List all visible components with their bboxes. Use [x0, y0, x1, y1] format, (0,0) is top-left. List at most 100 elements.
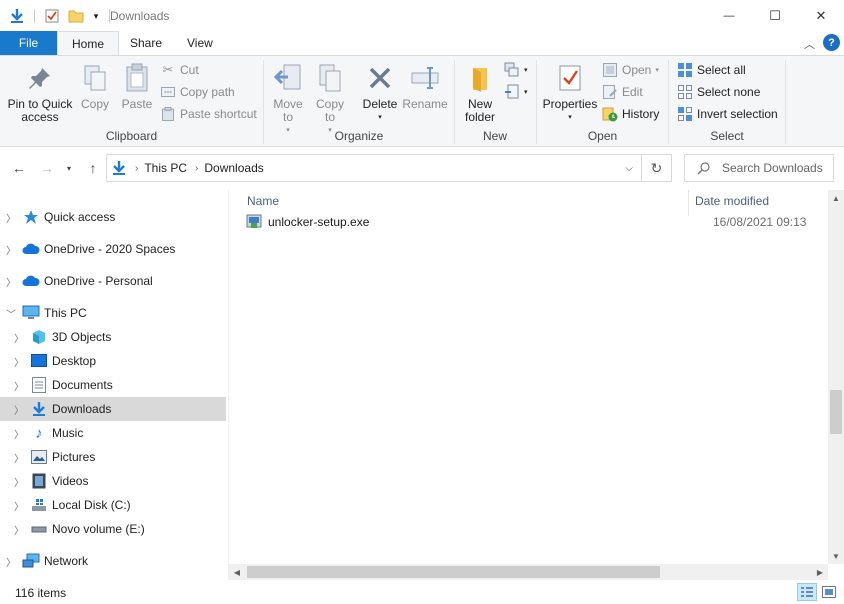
expand-chevron-icon[interactable]: 〉: [12, 522, 26, 537]
refresh-button[interactable]: ↻: [642, 154, 672, 182]
breadcrumb-downloads[interactable]: Downloads: [204, 161, 263, 175]
new-item-icon: [504, 62, 520, 78]
open-button[interactable]: Open ▾: [602, 60, 659, 80]
copy-label: Copy: [80, 97, 109, 111]
scroll-up-icon[interactable]: ▲: [828, 190, 844, 206]
breadcrumb-this-pc[interactable]: This PC: [144, 161, 187, 175]
back-button[interactable]: ←: [8, 158, 30, 178]
recent-locations-button[interactable]: ▾: [62, 158, 76, 178]
delete-button[interactable]: Delete ▾: [360, 62, 400, 124]
nav-this-pc[interactable]: ﹀ This PC: [0, 301, 226, 325]
new-folder-icon[interactable]: [67, 7, 85, 25]
nav-music[interactable]: 〉 ♪ Music: [0, 421, 226, 445]
nav-3d-objects[interactable]: 〉 3D Objects: [0, 325, 226, 349]
nav-local-disk-c[interactable]: 〉 Local Disk (C:): [0, 493, 226, 517]
toolbar-divider: [34, 9, 35, 23]
large-icons-view-button[interactable]: [819, 583, 839, 601]
history-button[interactable]: History: [602, 104, 659, 124]
expand-chevron-icon[interactable]: 〉: [12, 450, 26, 465]
paste-button[interactable]: Paste: [118, 62, 156, 111]
move-to-button[interactable]: Move to ▾: [270, 62, 306, 137]
forward-button[interactable]: →: [36, 158, 58, 178]
nav-desktop[interactable]: 〉 Desktop: [0, 349, 226, 373]
collapse-ribbon-icon[interactable]: ︿: [804, 36, 815, 52]
nav-novo-volume-e[interactable]: 〉 Novo volume (E:): [0, 517, 226, 541]
cut-button[interactable]: ✂ Cut: [160, 60, 199, 80]
expand-chevron-icon[interactable]: 〉: [12, 354, 26, 369]
select-group-label: Select: [710, 129, 744, 143]
properties-label: Properties: [542, 97, 598, 111]
copy-button[interactable]: Copy: [78, 62, 112, 111]
nav-documents[interactable]: 〉 Documents: [0, 373, 226, 397]
expand-chevron-icon[interactable]: 〉: [4, 554, 18, 569]
search-box[interactable]: Search Downloads: [684, 154, 834, 182]
history-label: History: [622, 107, 660, 121]
column-header-date-modified[interactable]: Date modified: [695, 194, 769, 208]
vertical-scrollbar[interactable]: ▲ ▼: [828, 190, 844, 564]
properties-dropdown-icon: ▾: [568, 114, 572, 121]
expand-chevron-icon[interactable]: 〉: [4, 210, 18, 225]
paste-shortcut-button[interactable]: Paste shortcut: [160, 104, 257, 124]
desktop-icon: [30, 352, 48, 370]
close-button[interactable]: ✕: [798, 0, 844, 31]
copy-path-button[interactable]: Copy path: [160, 82, 235, 102]
horizontal-scroll-thumb[interactable]: [247, 566, 660, 578]
search-icon: [697, 161, 710, 175]
customize-toolbar-icon[interactable]: ▾: [89, 7, 103, 25]
nav-onedrive-2020-spaces[interactable]: 〉 OneDrive - 2020 Spaces: [0, 237, 226, 261]
nav-network[interactable]: 〉 Network: [0, 549, 226, 573]
new-item-button[interactable]: ▾: [504, 60, 528, 80]
rename-label: Rename: [402, 97, 448, 111]
easy-access-button[interactable]: ▾: [504, 82, 528, 102]
expand-chevron-icon[interactable]: 〉: [12, 426, 26, 441]
new-folder-button[interactable]: New folder: [460, 62, 500, 124]
file-row[interactable]: unlocker-setup.exe 16/08/2021 09:13: [245, 212, 815, 232]
scroll-down-icon[interactable]: ▼: [828, 548, 844, 564]
tab-file[interactable]: File: [0, 31, 57, 55]
copy-path-icon: [160, 84, 176, 100]
invert-selection-button[interactable]: Invert selection: [677, 104, 778, 124]
nav-label: Desktop: [52, 354, 97, 368]
tab-home[interactable]: Home: [57, 31, 120, 56]
downloads-arrow-icon[interactable]: [8, 7, 26, 25]
select-all-button[interactable]: Select all: [677, 60, 746, 80]
cloud-icon: [22, 240, 40, 258]
nav-quick-access[interactable]: 〉 Quick access: [0, 205, 226, 229]
expand-chevron-icon[interactable]: 〉: [12, 474, 26, 489]
select-none-button[interactable]: Select none: [677, 82, 760, 102]
expand-chevron-icon[interactable]: 〉: [12, 402, 26, 417]
rename-button[interactable]: Rename: [402, 62, 448, 111]
tab-share[interactable]: Share: [116, 31, 176, 55]
nav-label: Videos: [52, 474, 89, 488]
maximize-button[interactable]: ☐: [752, 0, 798, 31]
horizontal-scrollbar[interactable]: ◀ ▶: [229, 564, 828, 580]
up-button[interactable]: ↑: [82, 158, 104, 178]
nav-videos[interactable]: 〉 Videos: [0, 469, 226, 493]
tab-view[interactable]: View: [173, 31, 227, 55]
properties-button[interactable]: Properties ▾: [542, 62, 598, 124]
minimize-button[interactable]: —: [706, 0, 752, 31]
nav-label: This PC: [44, 306, 87, 320]
column-header-name[interactable]: Name: [247, 194, 279, 208]
expand-chevron-icon[interactable]: 〉: [12, 330, 26, 345]
details-view-button[interactable]: [797, 583, 817, 601]
collapse-chevron-icon[interactable]: ﹀: [4, 306, 18, 321]
clipboard-group-label: Clipboard: [105, 129, 158, 143]
copy-to-button[interactable]: Copy to ▾: [312, 62, 348, 137]
vertical-scroll-thumb[interactable]: [830, 390, 842, 434]
edit-button[interactable]: Edit: [602, 82, 643, 102]
nav-onedrive-personal[interactable]: 〉 OneDrive - Personal: [0, 269, 226, 293]
expand-chevron-icon[interactable]: 〉: [12, 498, 26, 513]
address-bar[interactable]: › This PC › Downloads ⌵: [106, 154, 642, 182]
pin-to-quick-access-button[interactable]: Pin to Quick access: [6, 62, 74, 124]
nav-pictures[interactable]: 〉 Pictures: [0, 445, 226, 469]
expand-chevron-icon[interactable]: 〉: [4, 242, 18, 257]
properties-check-icon[interactable]: [43, 7, 61, 25]
expand-chevron-icon[interactable]: 〉: [12, 378, 26, 393]
scroll-right-icon[interactable]: ▶: [812, 564, 828, 580]
nav-downloads[interactable]: 〉 Downloads: [0, 397, 226, 421]
scroll-left-icon[interactable]: ◀: [229, 564, 245, 580]
expand-chevron-icon[interactable]: 〉: [4, 274, 18, 289]
address-dropdown-icon[interactable]: ⌵: [625, 163, 633, 174]
help-icon[interactable]: ?: [823, 34, 840, 51]
